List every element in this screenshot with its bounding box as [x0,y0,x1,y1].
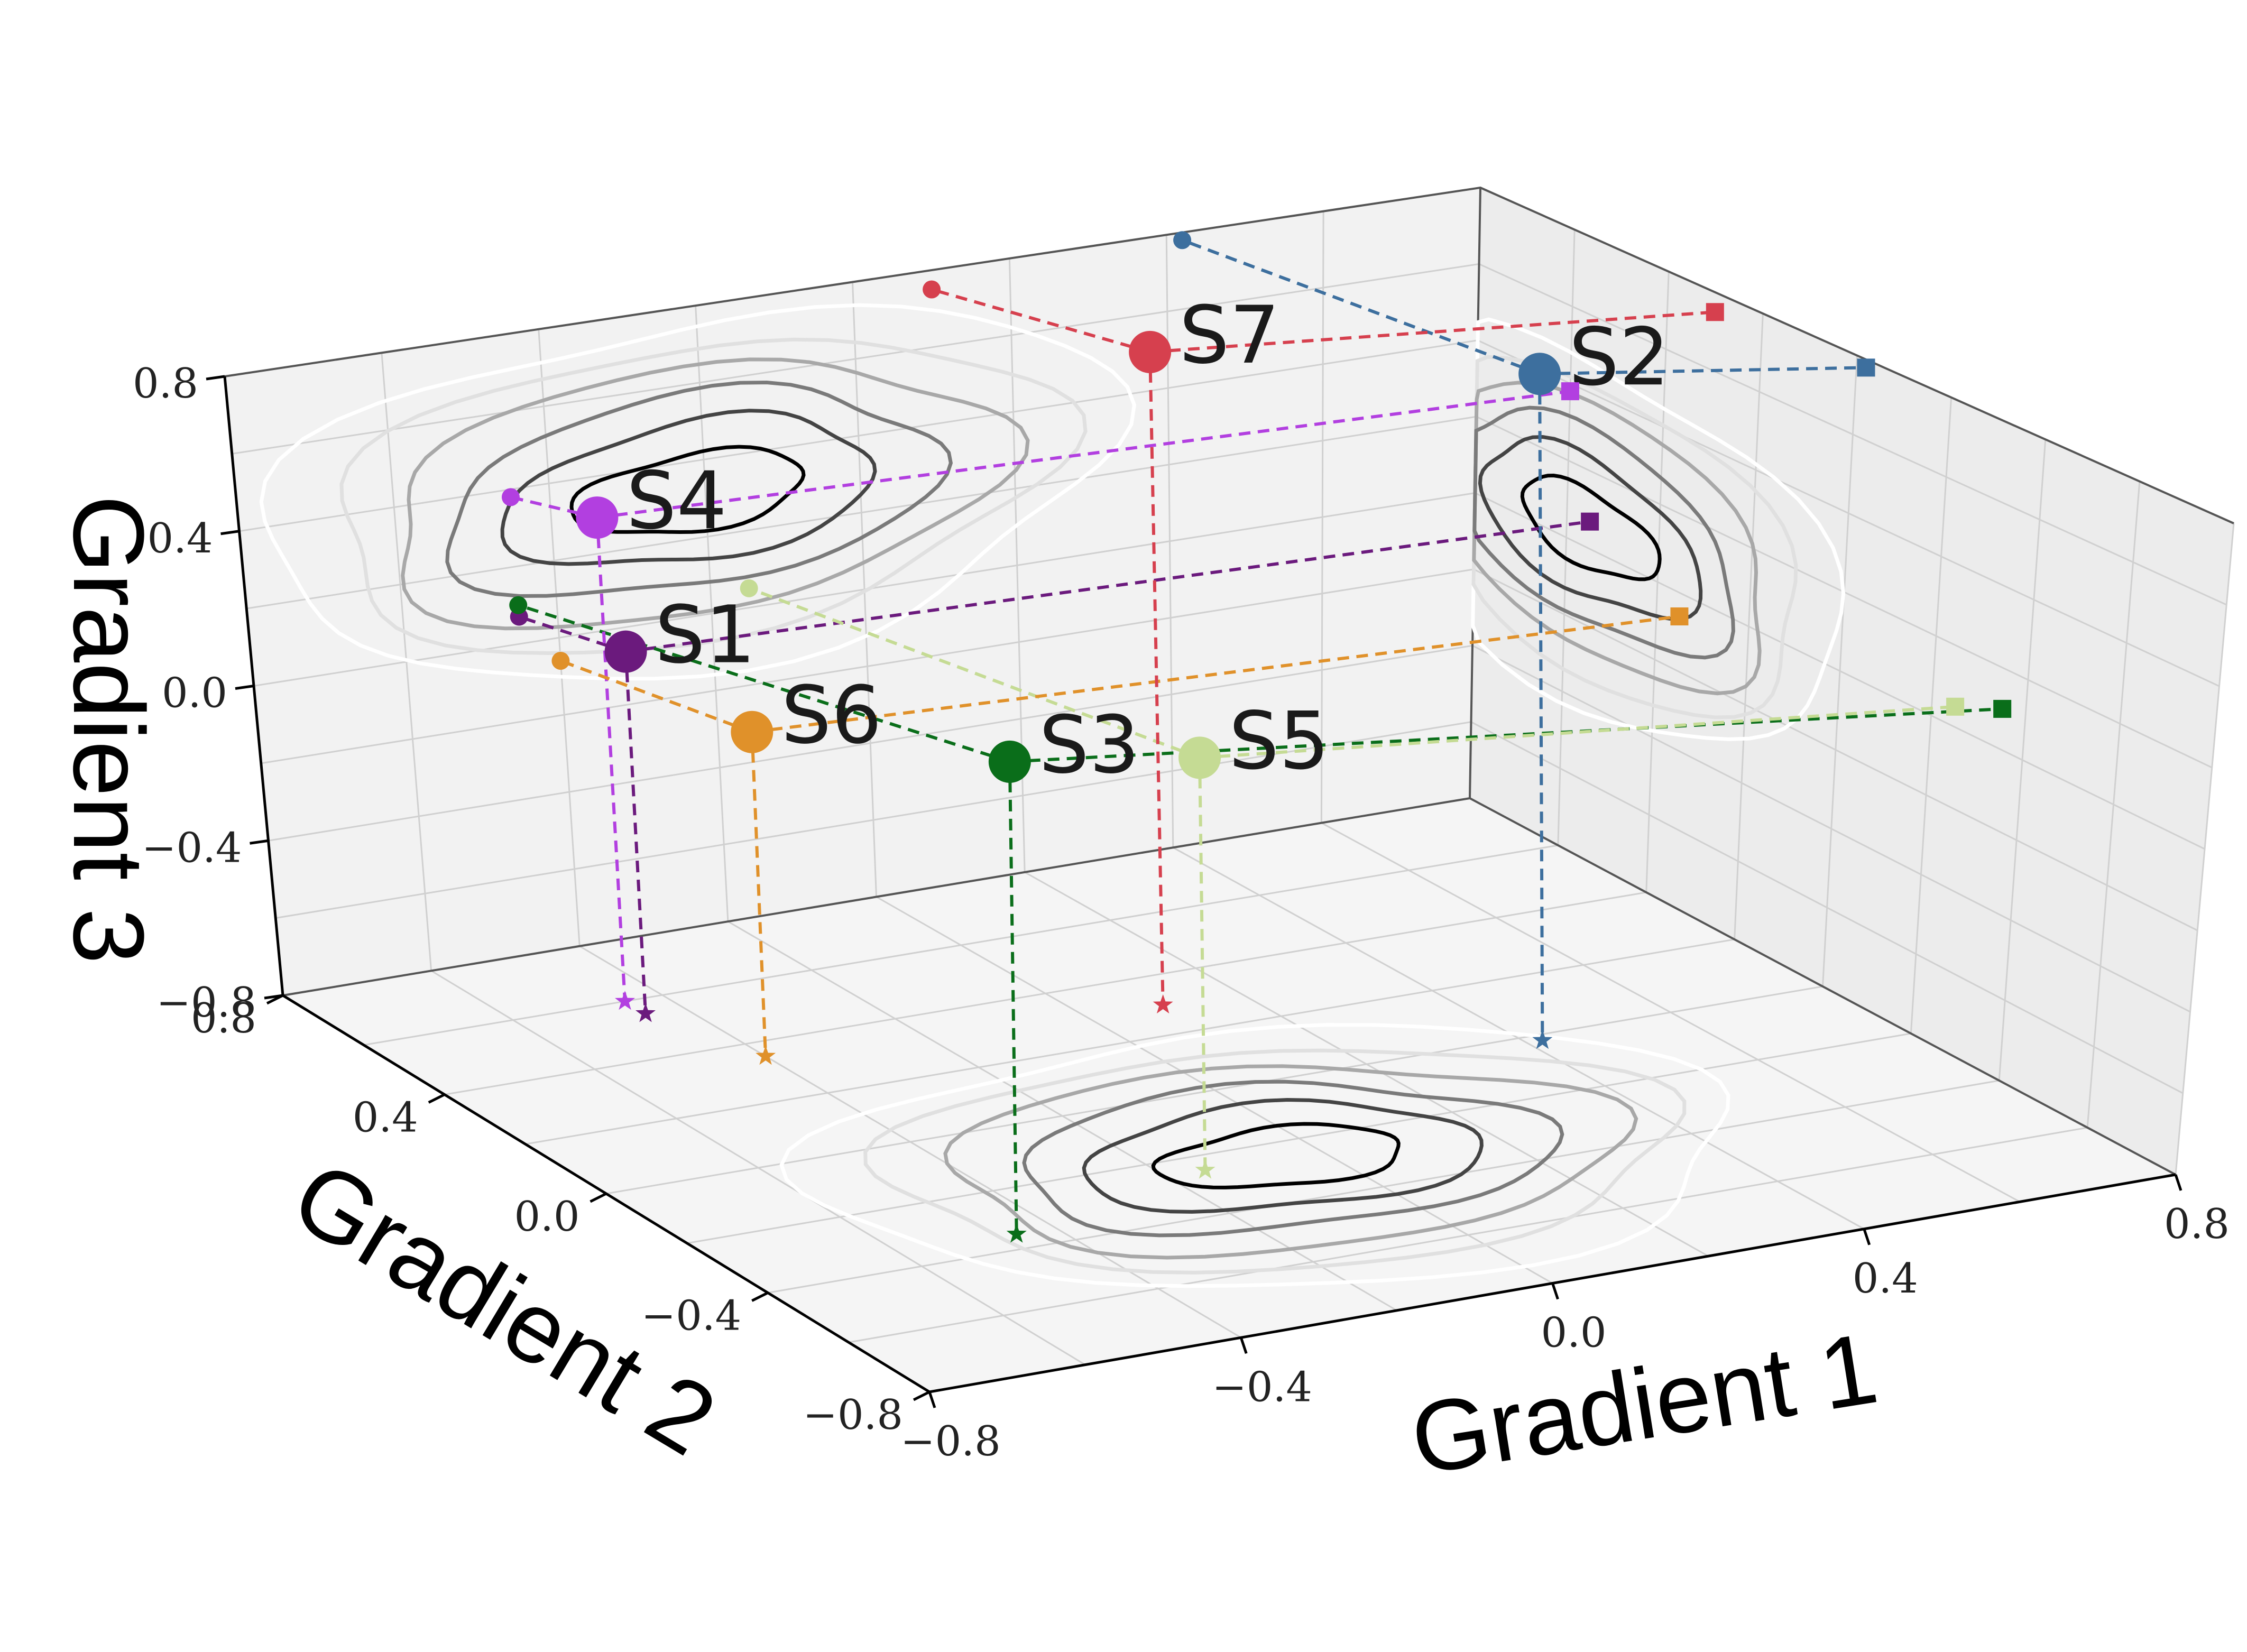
data-point-label: S3 [1039,699,1140,791]
data-point-label: S2 [1569,311,1670,403]
x-tick-mark [1239,1337,1248,1354]
data-point-marker [731,710,773,753]
x-tick-label: 0.8 [2164,1201,2230,1248]
x-tick-label: −0.8 [900,1418,1000,1465]
side-projection-marker [1946,697,1965,716]
side-projection-marker [1993,699,2012,718]
z-tick-mark [250,839,269,845]
back-projection-marker [551,652,570,670]
x-tick-mark [1551,1282,1559,1300]
side-projection-marker [1561,382,1579,401]
data-point-label: S7 [1179,290,1280,382]
back-projection-marker [923,280,941,299]
z-tick-mark [206,375,225,381]
side-projection-marker [1670,607,1689,626]
data-point-label: S4 [626,455,727,547]
x-tick-mark [1863,1228,1871,1245]
x-tick-label: 0.4 [1853,1255,1918,1303]
back-projection-marker [1173,231,1192,250]
chart: −0.8−0.40.00.40.8−0.8−0.40.00.40.8−0.8−0… [52,186,2235,1496]
y-tick-label: 0.0 [514,1193,579,1241]
z-tick-mark [220,530,240,536]
z-tick-mark [235,685,254,690]
side-projection-marker [1581,512,1599,531]
z-tick-label: −0.8 [156,979,256,1027]
data-point-label: S1 [655,589,756,681]
back-projection-marker [501,488,520,506]
z-tick-label: 0.8 [133,360,198,408]
y-tick-mark [428,1093,445,1104]
data-point-label: S6 [781,670,882,762]
side-projection-marker [1706,303,1724,321]
y-tick-label: −0.4 [641,1293,741,1340]
data-point-marker [604,630,647,673]
z-tick-label: 0.0 [162,670,227,717]
z-axis-title: Gradient 3 [52,495,164,964]
x-tick-mark [2174,1174,2182,1191]
back-projection-marker [740,579,758,597]
x-tick-label: −0.4 [1212,1363,1312,1411]
y-tick-label: 0.4 [353,1094,418,1142]
x-tick-mark [928,1391,936,1408]
y-tick-mark [913,1390,931,1401]
data-point-marker [576,496,619,539]
data-point-marker [1178,736,1221,779]
y-tick-mark [751,1291,769,1302]
x-tick-label: 0.0 [1541,1309,1606,1357]
y-tick-mark [590,1192,607,1203]
side-projection-marker [1857,358,1875,377]
x-axis-title: Gradient 1 [1404,1312,1884,1496]
back-projection-marker [509,596,528,614]
data-point-marker [988,740,1031,783]
data-point-label: S5 [1229,695,1330,787]
y-tick-label: −0.8 [803,1391,903,1439]
data-point-marker [1518,353,1561,395]
data-point-marker [1129,330,1172,373]
